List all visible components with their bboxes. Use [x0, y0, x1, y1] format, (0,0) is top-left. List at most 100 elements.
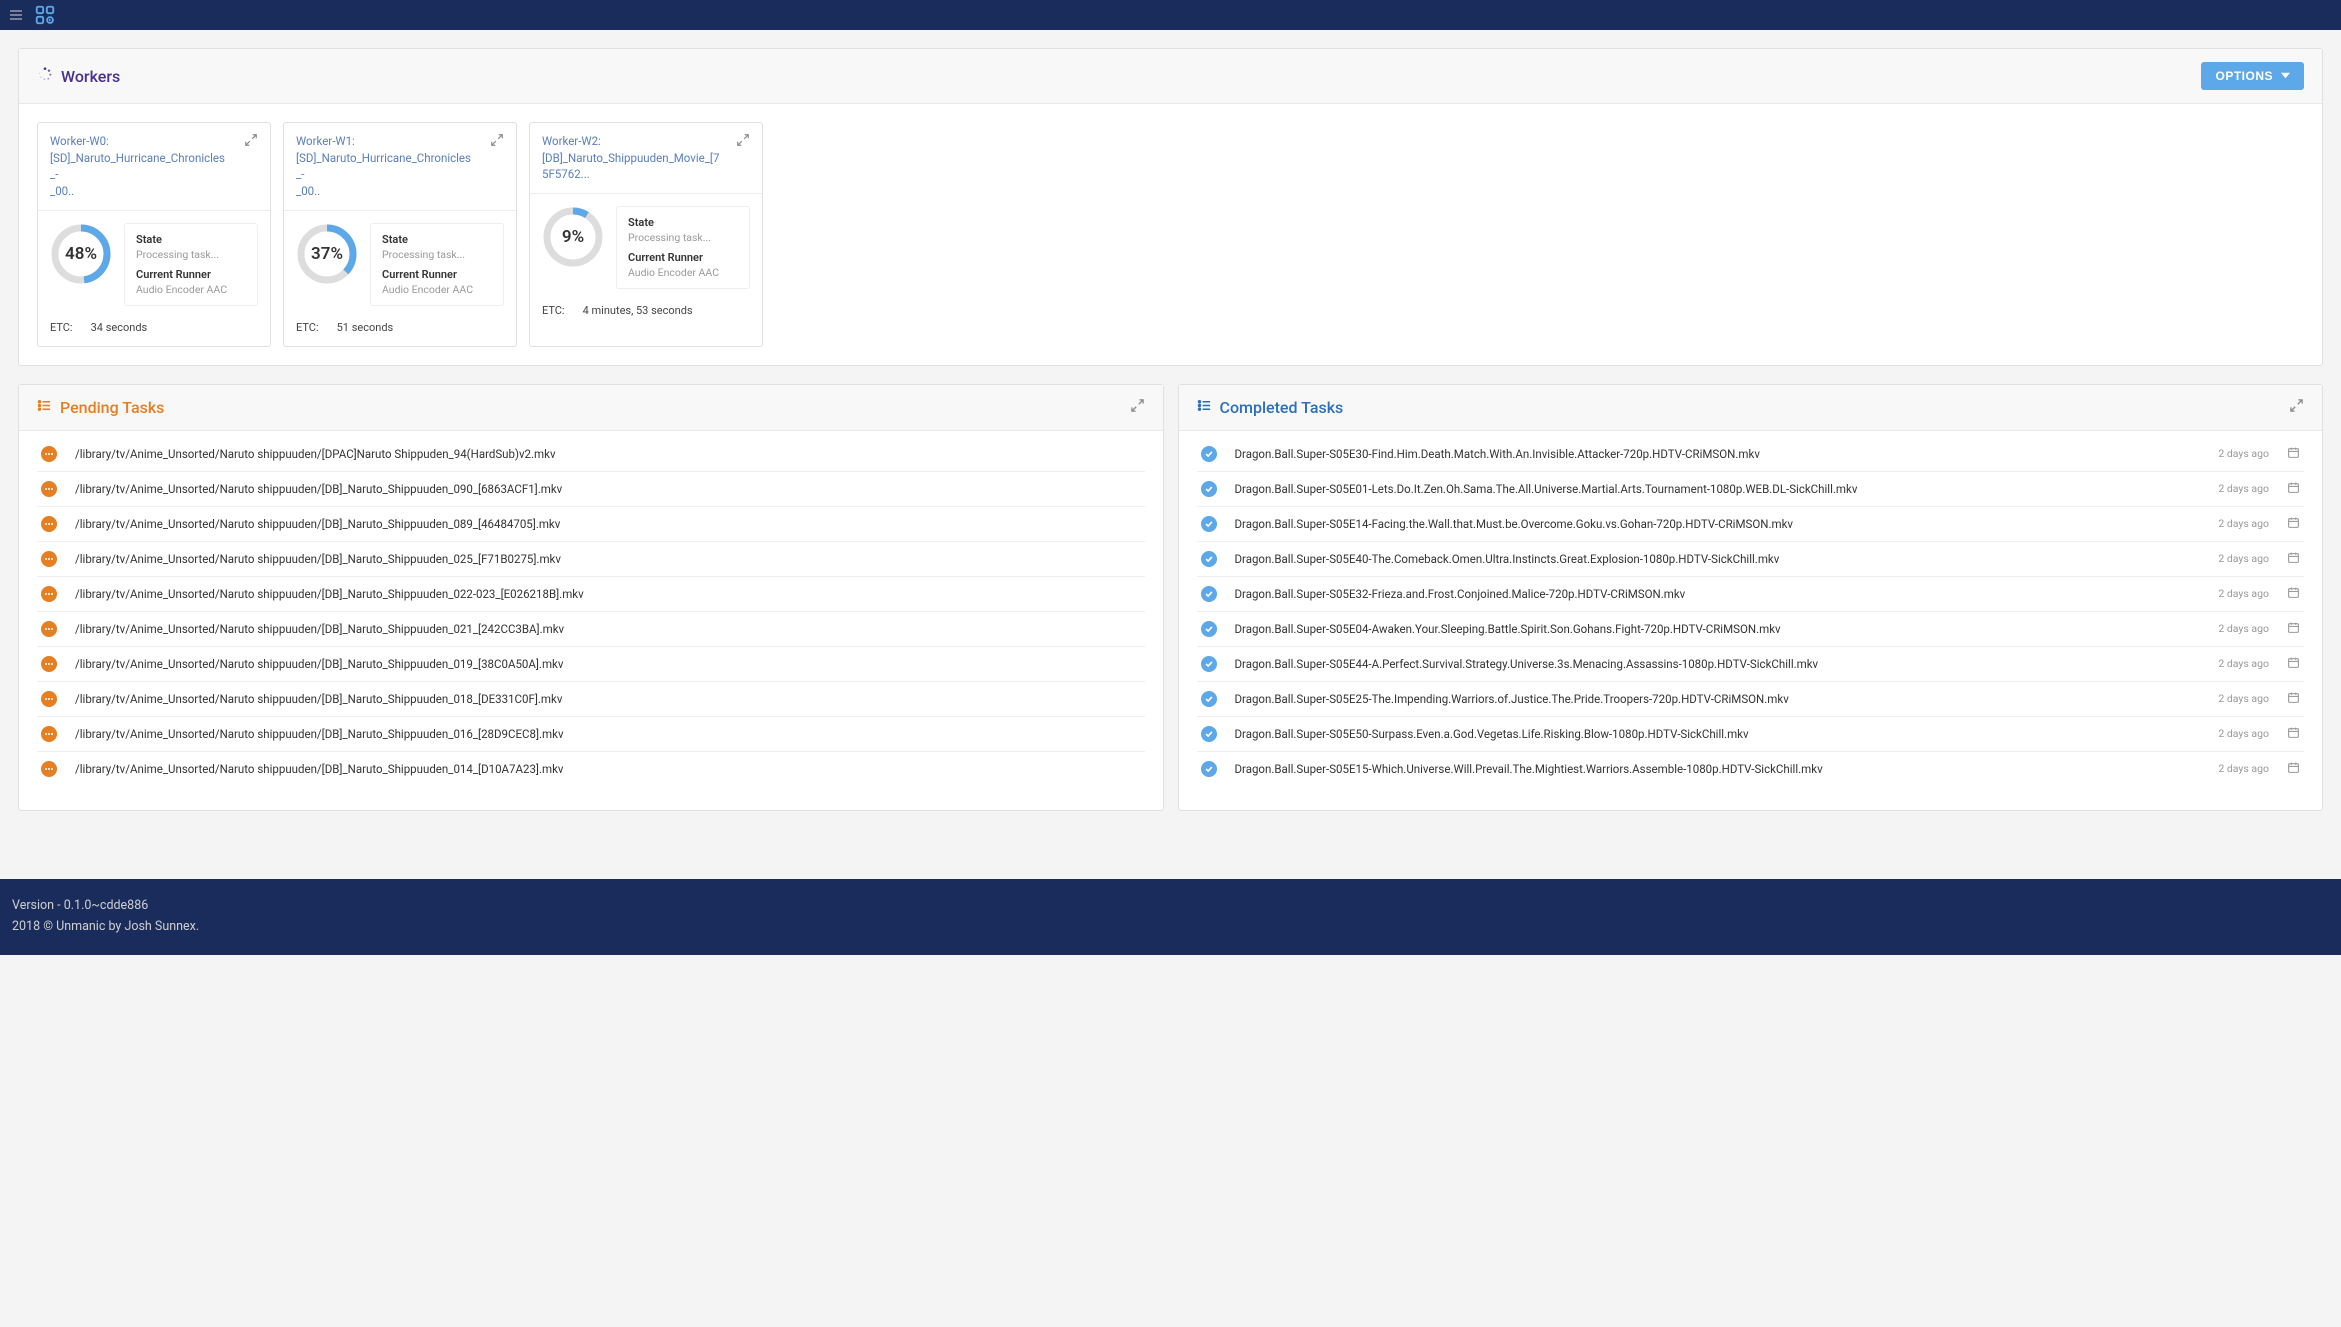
state-label: State — [628, 216, 738, 229]
worker-name[interactable]: Worker-W2:[DB]_Naruto_Shippuuden_Movie_[… — [542, 133, 722, 183]
task-row[interactable]: Dragon.Ball.Super-S05E32-Frieza.and.Fros… — [1197, 577, 2305, 612]
etc-label: ETC: — [542, 304, 565, 317]
task-row[interactable]: Dragon.Ball.Super-S05E25-The.Impending.W… — [1197, 682, 2305, 717]
progress-percent: 37% — [311, 244, 343, 264]
task-row[interactable]: /library/tv/Anime_Unsorted/Naruto shippu… — [37, 507, 1145, 542]
task-row[interactable]: /library/tv/Anime_Unsorted/Naruto shippu… — [37, 647, 1145, 682]
task-time: 2 days ago — [2218, 482, 2269, 495]
done-status-icon — [1201, 656, 1217, 672]
task-time: 2 days ago — [2218, 517, 2269, 530]
pending-header: Pending Tasks — [19, 385, 1163, 431]
task-filename: Dragon.Ball.Super-S05E50-Surpass.Even.a.… — [1235, 727, 2201, 741]
calendar-icon — [2287, 761, 2300, 777]
progress-gauge: 48% — [50, 223, 112, 285]
worker-card-header: Worker-W2:[DB]_Naruto_Shippuuden_Movie_[… — [530, 123, 762, 194]
options-button[interactable]: OPTIONS — [2201, 62, 2304, 90]
worker-name[interactable]: Worker-W1: [SD]_Naruto_Hurricane_Chronic… — [296, 133, 476, 200]
app-logo-icon[interactable] — [34, 4, 56, 26]
expand-icon[interactable] — [2289, 398, 2304, 417]
task-filename: Dragon.Ball.Super-S05E32-Frieza.and.Fros… — [1235, 587, 2201, 601]
calendar-icon — [2287, 516, 2300, 532]
task-row[interactable]: Dragon.Ball.Super-S05E04-Awaken.Your.Sle… — [1197, 612, 2305, 647]
calendar-icon — [2287, 656, 2300, 672]
task-row[interactable]: Dragon.Ball.Super-S05E40-The.Comeback.Om… — [1197, 542, 2305, 577]
expand-icon[interactable] — [244, 133, 258, 151]
worker-info: State Processing task... Current Runner … — [370, 223, 504, 306]
task-row[interactable]: /library/tv/Anime_Unsorted/Naruto shippu… — [37, 577, 1145, 612]
state-label: State — [382, 233, 492, 246]
task-row[interactable]: Dragon.Ball.Super-S05E14-Facing.the.Wall… — [1197, 507, 2305, 542]
task-row[interactable]: /library/tv/Anime_Unsorted/Naruto shippu… — [37, 472, 1145, 507]
expand-icon[interactable] — [490, 133, 504, 151]
task-filename: Dragon.Ball.Super-S05E40-The.Comeback.Om… — [1235, 552, 2201, 566]
footer: Version - 0.1.0~cdde886 2018 © Unmanic b… — [0, 879, 2341, 956]
task-row[interactable]: Dragon.Ball.Super-S05E50-Surpass.Even.a.… — [1197, 717, 2305, 752]
done-status-icon — [1201, 761, 1217, 777]
task-time: 2 days ago — [2218, 622, 2269, 635]
calendar-icon — [2287, 446, 2300, 462]
task-row[interactable]: /library/tv/Anime_Unsorted/Naruto shippu… — [37, 717, 1145, 752]
worker-name[interactable]: Worker-W0: [SD]_Naruto_Hurricane_Chronic… — [50, 133, 230, 200]
task-row[interactable]: /library/tv/Anime_Unsorted/Naruto shippu… — [37, 437, 1145, 472]
worker-card-body: 37% State Processing task... Current Run… — [284, 211, 516, 318]
progress-gauge: 37% — [296, 223, 358, 285]
completed-title: Completed Tasks — [1197, 398, 1344, 417]
task-filename: Dragon.Ball.Super-S05E01-Lets.Do.It.Zen.… — [1235, 482, 2201, 496]
topbar — [0, 0, 2341, 30]
calendar-icon — [2287, 691, 2300, 707]
pending-title-text: Pending Tasks — [60, 398, 164, 417]
task-path: /library/tv/Anime_Unsorted/Naruto shippu… — [75, 762, 1141, 776]
task-filename: Dragon.Ball.Super-S05E30-Find.Him.Death.… — [1235, 447, 2201, 461]
list-icon — [37, 398, 52, 417]
progress-gauge: 9% — [542, 206, 604, 268]
state-value: Processing task... — [628, 231, 738, 244]
task-row[interactable]: /library/tv/Anime_Unsorted/Naruto shippu… — [37, 682, 1145, 717]
task-row[interactable]: /library/tv/Anime_Unsorted/Naruto shippu… — [37, 612, 1145, 647]
pending-title: Pending Tasks — [37, 398, 164, 417]
worker-card-header: Worker-W1: [SD]_Naruto_Hurricane_Chronic… — [284, 123, 516, 211]
task-row[interactable]: /library/tv/Anime_Unsorted/Naruto shippu… — [37, 752, 1145, 786]
workers-panel: Workers OPTIONS Worker-W0: [SD]_Naruto_H… — [18, 48, 2323, 366]
pending-status-icon — [41, 691, 57, 707]
task-row[interactable]: Dragon.Ball.Super-S05E15-Which.Universe.… — [1197, 752, 2305, 786]
task-path: /library/tv/Anime_Unsorted/Naruto shippu… — [75, 622, 1141, 636]
task-row[interactable]: Dragon.Ball.Super-S05E44-A.Perfect.Survi… — [1197, 647, 2305, 682]
state-value: Processing task... — [136, 248, 246, 261]
task-row[interactable]: Dragon.Ball.Super-S05E01-Lets.Do.It.Zen.… — [1197, 472, 2305, 507]
expand-icon[interactable] — [736, 133, 750, 151]
etc-label: ETC: — [296, 321, 319, 334]
caret-down-icon — [2281, 69, 2290, 83]
etc-label: ETC: — [50, 321, 73, 334]
task-filename: Dragon.Ball.Super-S05E15-Which.Universe.… — [1235, 762, 2201, 776]
workers-header: Workers OPTIONS — [19, 49, 2322, 104]
task-path: /library/tv/Anime_Unsorted/Naruto shippu… — [75, 447, 1141, 461]
pending-status-icon — [41, 586, 57, 602]
calendar-icon — [2287, 551, 2300, 567]
task-filename: Dragon.Ball.Super-S05E25-The.Impending.W… — [1235, 692, 2201, 706]
pending-status-icon — [41, 656, 57, 672]
options-button-label: OPTIONS — [2215, 69, 2273, 83]
expand-icon[interactable] — [1130, 398, 1145, 417]
task-time: 2 days ago — [2218, 447, 2269, 460]
runner-label: Current Runner — [628, 251, 738, 264]
task-row[interactable]: /library/tv/Anime_Unsorted/Naruto shippu… — [37, 542, 1145, 577]
menu-icon[interactable] — [8, 7, 24, 23]
task-path: /library/tv/Anime_Unsorted/Naruto shippu… — [75, 657, 1141, 671]
done-status-icon — [1201, 446, 1217, 462]
spinner-icon — [37, 66, 53, 86]
task-time: 2 days ago — [2218, 657, 2269, 670]
etc-value: 51 seconds — [337, 321, 394, 334]
list-icon — [1197, 398, 1212, 417]
task-row[interactable]: Dragon.Ball.Super-S05E30-Find.Him.Death.… — [1197, 437, 2305, 472]
worker-info: State Processing task... Current Runner … — [124, 223, 258, 306]
pending-status-icon — [41, 446, 57, 462]
worker-card: Worker-W0: [SD]_Naruto_Hurricane_Chronic… — [37, 122, 271, 347]
task-filename: Dragon.Ball.Super-S05E04-Awaken.Your.Sle… — [1235, 622, 2201, 636]
worker-etc: ETC: 51 seconds — [284, 318, 516, 346]
done-status-icon — [1201, 621, 1217, 637]
worker-card-body: 9% State Processing task... Current Runn… — [530, 194, 762, 301]
worker-card-header: Worker-W0: [SD]_Naruto_Hurricane_Chronic… — [38, 123, 270, 211]
completed-title-text: Completed Tasks — [1220, 398, 1344, 417]
runner-label: Current Runner — [136, 268, 246, 281]
runner-value: Audio Encoder AAC — [382, 283, 492, 296]
